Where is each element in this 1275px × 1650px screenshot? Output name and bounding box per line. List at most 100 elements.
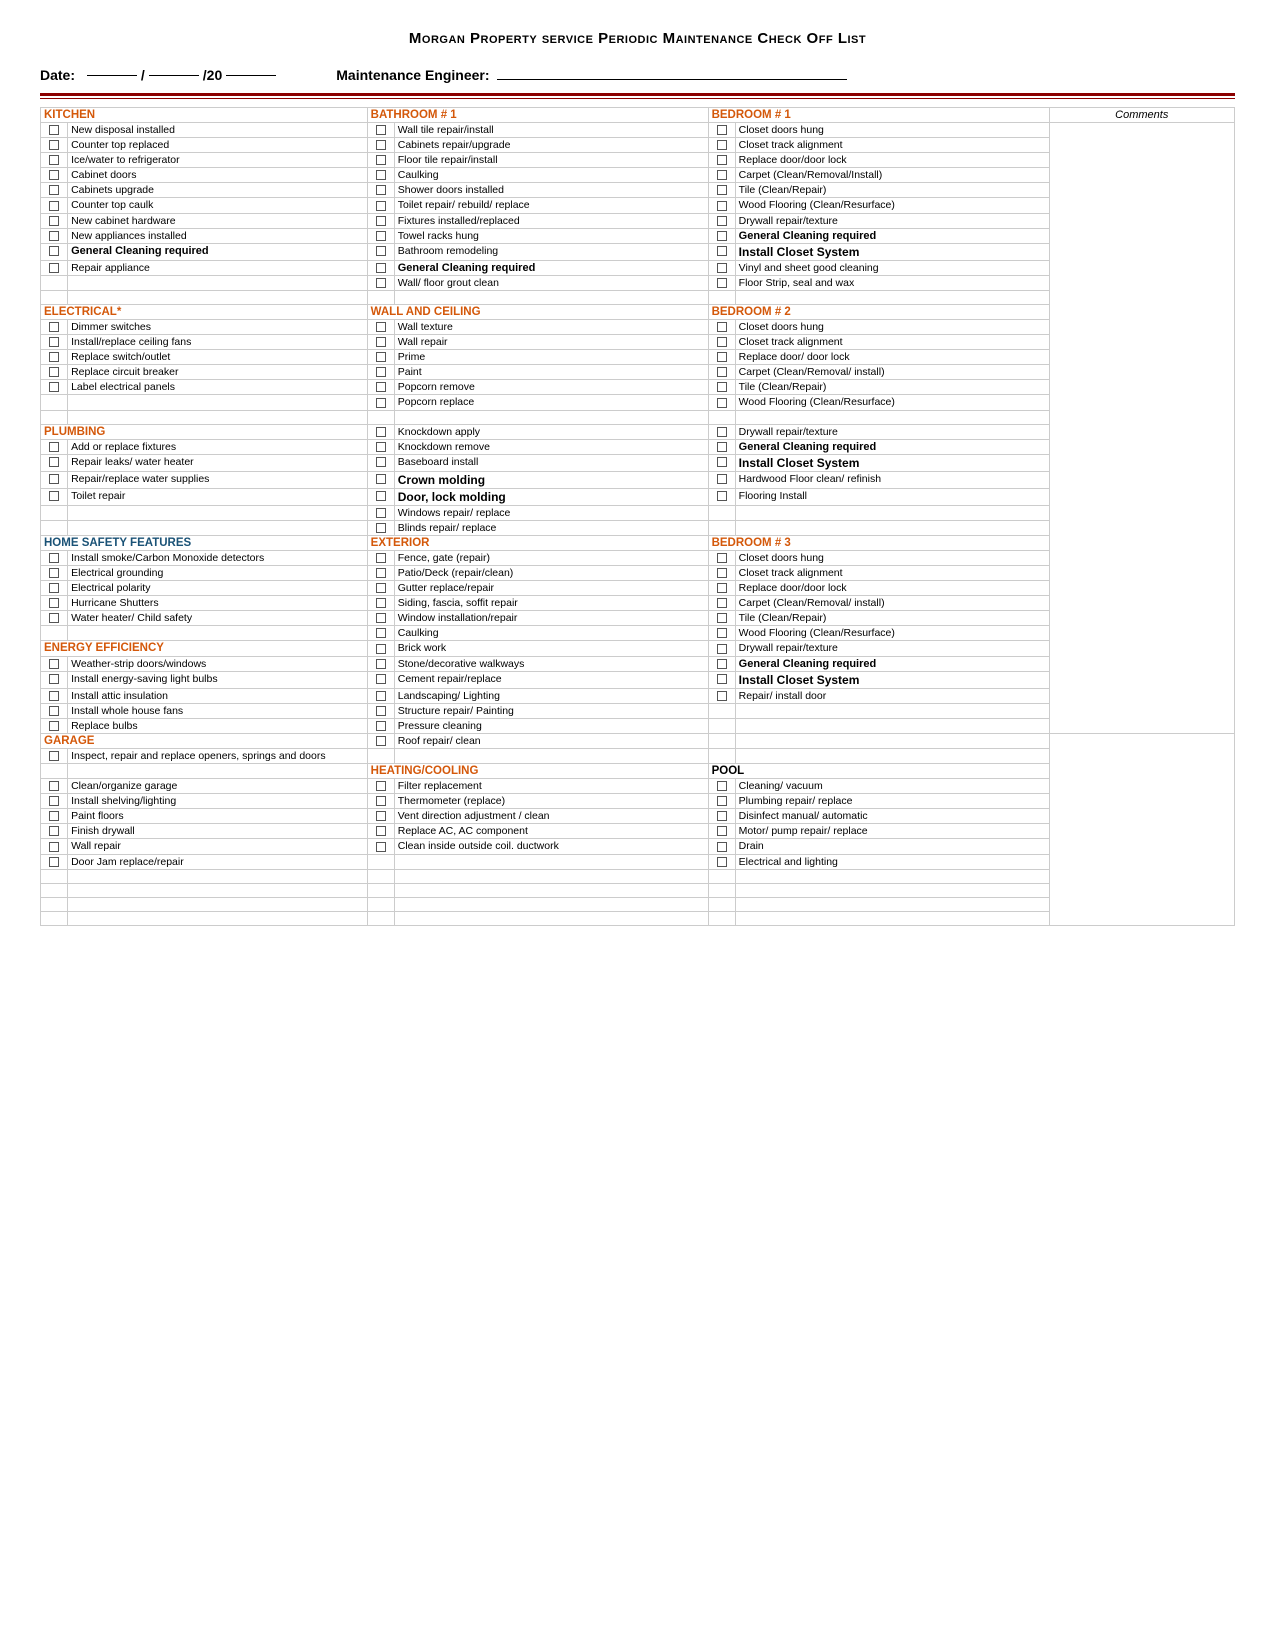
checkbox[interactable] [49, 140, 59, 150]
checkbox[interactable] [376, 427, 386, 437]
checkbox[interactable] [49, 263, 59, 273]
checkbox[interactable] [49, 367, 59, 377]
checkbox[interactable] [717, 659, 727, 669]
checkbox[interactable] [376, 553, 386, 563]
checkbox[interactable] [49, 826, 59, 836]
checkbox[interactable] [717, 398, 727, 408]
checkbox[interactable] [717, 216, 727, 226]
checkbox[interactable] [49, 674, 59, 684]
checkbox[interactable] [376, 457, 386, 467]
checkbox[interactable] [376, 691, 386, 701]
checkbox[interactable] [376, 367, 386, 377]
checkbox[interactable] [717, 382, 727, 392]
checkbox[interactable] [717, 246, 727, 256]
checkbox[interactable] [376, 811, 386, 821]
checkbox[interactable] [49, 781, 59, 791]
checkbox[interactable] [376, 598, 386, 608]
checkbox[interactable] [717, 644, 727, 654]
checkbox[interactable] [376, 140, 386, 150]
checkbox[interactable] [376, 721, 386, 731]
checkbox[interactable] [717, 628, 727, 638]
checkbox[interactable] [717, 474, 727, 484]
checkbox[interactable] [49, 246, 59, 256]
checkbox[interactable] [49, 721, 59, 731]
checkbox[interactable] [49, 796, 59, 806]
checkbox[interactable] [717, 598, 727, 608]
checkbox[interactable] [717, 125, 727, 135]
checkbox[interactable] [49, 352, 59, 362]
checkbox[interactable] [717, 367, 727, 377]
checkbox[interactable] [717, 278, 727, 288]
checkbox[interactable] [717, 781, 727, 791]
checkbox[interactable] [49, 613, 59, 623]
checkbox[interactable] [717, 583, 727, 593]
checkbox[interactable] [49, 553, 59, 563]
checkbox[interactable] [717, 842, 727, 852]
checkbox[interactable] [49, 337, 59, 347]
checkbox[interactable] [717, 613, 727, 623]
checkbox[interactable] [49, 691, 59, 701]
checkbox[interactable] [717, 322, 727, 332]
checkbox[interactable] [376, 278, 386, 288]
checkbox[interactable] [376, 613, 386, 623]
checkbox[interactable] [49, 457, 59, 467]
checkbox[interactable] [717, 427, 727, 437]
checkbox[interactable] [376, 155, 386, 165]
checkbox[interactable] [717, 826, 727, 836]
checkbox[interactable] [49, 568, 59, 578]
checkbox[interactable] [376, 674, 386, 684]
checkbox[interactable] [376, 322, 386, 332]
checkbox[interactable] [376, 508, 386, 518]
checkbox[interactable] [49, 155, 59, 165]
checkbox[interactable] [717, 691, 727, 701]
checkbox[interactable] [49, 857, 59, 867]
checkbox[interactable] [376, 706, 386, 716]
checkbox[interactable] [49, 170, 59, 180]
checkbox[interactable] [376, 263, 386, 273]
checkbox[interactable] [717, 553, 727, 563]
checkbox[interactable] [49, 231, 59, 241]
checkbox[interactable] [376, 398, 386, 408]
checkbox[interactable] [49, 491, 59, 501]
checkbox[interactable] [376, 659, 386, 669]
checkbox[interactable] [49, 598, 59, 608]
checkbox[interactable] [49, 382, 59, 392]
checkbox[interactable] [717, 155, 727, 165]
checkbox[interactable] [49, 583, 59, 593]
checkbox[interactable] [717, 674, 727, 684]
checkbox[interactable] [376, 644, 386, 654]
checkbox[interactable] [376, 170, 386, 180]
checkbox[interactable] [376, 216, 386, 226]
checkbox[interactable] [49, 474, 59, 484]
checkbox[interactable] [49, 322, 59, 332]
checkbox[interactable] [717, 796, 727, 806]
checkbox[interactable] [717, 231, 727, 241]
checkbox[interactable] [376, 796, 386, 806]
checkbox[interactable] [717, 857, 727, 867]
checkbox[interactable] [376, 523, 386, 533]
checkbox[interactable] [376, 231, 386, 241]
checkbox[interactable] [717, 140, 727, 150]
checkbox[interactable] [376, 826, 386, 836]
checkbox[interactable] [49, 811, 59, 821]
checkbox[interactable] [376, 246, 386, 256]
checkbox[interactable] [717, 491, 727, 501]
checkbox[interactable] [376, 201, 386, 211]
checkbox[interactable] [49, 751, 59, 761]
checkbox[interactable] [717, 568, 727, 578]
checkbox[interactable] [717, 170, 727, 180]
checkbox[interactable] [717, 442, 727, 452]
checkbox[interactable] [376, 736, 386, 746]
checkbox[interactable] [717, 811, 727, 821]
checkbox[interactable] [376, 568, 386, 578]
checkbox[interactable] [717, 457, 727, 467]
checkbox[interactable] [717, 352, 727, 362]
checkbox[interactable] [49, 442, 59, 452]
checkbox[interactable] [376, 491, 386, 501]
checkbox[interactable] [49, 706, 59, 716]
checkbox[interactable] [376, 185, 386, 195]
checkbox[interactable] [49, 201, 59, 211]
checkbox[interactable] [376, 781, 386, 791]
checkbox[interactable] [49, 216, 59, 226]
checkbox[interactable] [376, 583, 386, 593]
